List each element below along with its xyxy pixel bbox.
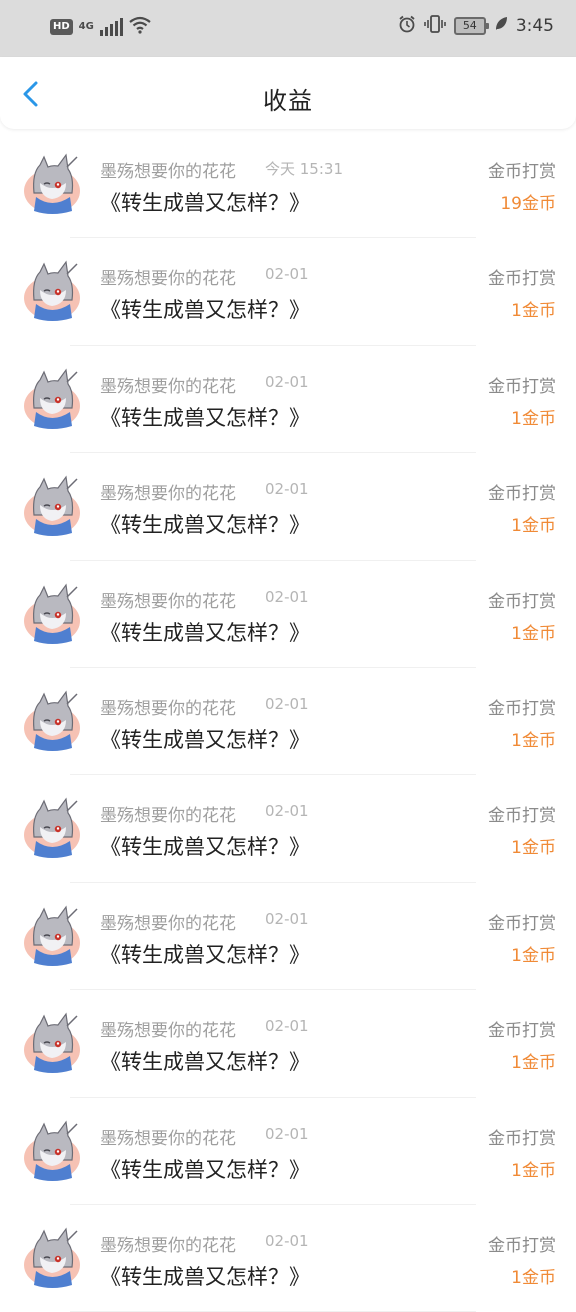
leaf-icon	[494, 16, 508, 36]
list-item[interactable]: 墨殇想要你的花花 02-01 《转生成兽又怎样？》 金币打赏 1金币	[0, 990, 576, 1098]
sender-name: 墨殇想要你的花花	[100, 591, 236, 612]
sender-name: 墨殇想要你的花花	[100, 913, 236, 934]
record-date: 今天 15:31	[265, 160, 343, 178]
book-title: 《转生成兽又怎样？》	[100, 835, 310, 860]
earning-amount: 1金币	[511, 1267, 556, 1288]
page-title: 收益	[263, 87, 313, 115]
vibrate-icon	[424, 15, 446, 37]
earning-type: 金币打赏	[488, 698, 556, 719]
book-title: 《转生成兽又怎样？》	[100, 942, 310, 967]
record-date: 02-01	[265, 1017, 309, 1036]
sender-name: 墨殇想要你的花花	[100, 1021, 236, 1042]
record-date: 02-01	[265, 372, 309, 391]
sender-name: 墨殇想要你的花花	[100, 806, 236, 827]
book-title: 《转生成兽又怎样？》	[100, 727, 310, 752]
earning-amount: 1金币	[511, 301, 556, 322]
sender-name: 墨殇想要你的花花	[100, 698, 236, 719]
sender-name: 墨殇想要你的花花	[100, 484, 236, 505]
wolf-avatar-icon	[22, 475, 82, 537]
network-type: 4G	[78, 21, 94, 32]
sender-name: 墨殇想要你的花花	[100, 269, 236, 290]
list-item[interactable]: 墨殇想要你的花花 02-01 《转生成兽又怎样？》 金币打赏 1金币	[0, 561, 576, 668]
earning-type: 金币打赏	[488, 269, 556, 290]
sender-name: 墨殇想要你的花花	[100, 162, 236, 182]
earning-amount: 1金币	[511, 945, 556, 966]
list-item[interactable]: 墨殇想要你的花花 02-01 《转生成兽又怎样？》 金币打赏 1金币	[0, 1205, 576, 1312]
earning-amount: 1金币	[511, 1053, 556, 1074]
clock-time: 3:45	[515, 16, 554, 36]
wolf-avatar-icon	[22, 153, 82, 215]
book-title: 《转生成兽又怎样？》	[100, 1157, 310, 1182]
book-title: 《转生成兽又怎样？》	[100, 298, 310, 323]
earning-type: 金币打赏	[488, 162, 556, 182]
record-date: 02-01	[265, 1124, 309, 1143]
status-bar: HD 4G 54 3:45	[0, 0, 576, 57]
earnings-list: 墨殇想要你的花花 今天 15:31 《转生成兽又怎样？》 金币打赏 19金币 墨…	[0, 131, 576, 1312]
wolf-avatar-icon	[22, 905, 82, 967]
earning-type: 金币打赏	[488, 1235, 556, 1256]
earning-amount: 1金币	[511, 1160, 556, 1181]
list-item[interactable]: 墨殇想要你的花花 02-01 《转生成兽又怎样？》 金币打赏 1金币	[0, 346, 576, 454]
book-title: 《转生成兽又怎样？》	[100, 620, 310, 645]
record-date: 02-01	[265, 480, 309, 499]
wolf-avatar-icon	[22, 1119, 82, 1182]
list-item[interactable]: 墨殇想要你的花花 02-01 《转生成兽又怎样？》 金币打赏 1金币	[0, 883, 576, 991]
earning-amount: 1金币	[511, 838, 556, 859]
book-title: 《转生成兽又怎样？》	[100, 1050, 310, 1075]
wolf-avatar-icon	[22, 368, 82, 430]
book-title: 《转生成兽又怎样？》	[100, 405, 310, 430]
app-header: 收益	[0, 57, 576, 129]
list-item[interactable]: 墨殇想要你的花花 02-01 《转生成兽又怎样？》 金币打赏 1金币	[0, 453, 576, 561]
sender-name: 墨殇想要你的花花	[100, 376, 236, 397]
earning-amount: 1金币	[511, 623, 556, 644]
sender-name: 墨殇想要你的花花	[100, 1128, 236, 1149]
hd-badge: HD	[50, 19, 73, 35]
earning-type: 金币打赏	[488, 1021, 556, 1042]
wifi-icon	[129, 16, 151, 38]
record-date: 02-01	[265, 694, 309, 713]
wolf-avatar-icon	[22, 583, 82, 645]
earning-amount: 19金币	[500, 194, 556, 214]
record-date: 02-01	[265, 802, 309, 821]
list-item[interactable]: 墨殇想要你的花花 今天 15:31 《转生成兽又怎样？》 金币打赏 19金币	[0, 131, 576, 239]
list-item[interactable]: 墨殇想要你的花花 02-01 《转生成兽又怎样？》 金币打赏 1金币	[0, 775, 576, 883]
wolf-avatar-icon	[22, 690, 82, 752]
list-item[interactable]: 墨殇想要你的花花 02-01 《转生成兽又怎样？》 金币打赏 1金币	[0, 1098, 576, 1205]
status-left: HD 4G	[50, 16, 151, 38]
wolf-avatar-icon	[22, 1012, 82, 1074]
list-item[interactable]: 墨殇想要你的花花 02-01 《转生成兽又怎样？》 金币打赏 1金币	[0, 238, 576, 346]
earning-type: 金币打赏	[488, 1128, 556, 1149]
signal-icon	[99, 18, 123, 36]
earning-type: 金币打赏	[488, 484, 556, 505]
earning-amount: 1金币	[511, 516, 556, 537]
record-date: 02-01	[265, 909, 309, 928]
battery-indicator: 54	[453, 17, 489, 35]
earning-type: 金币打赏	[488, 913, 556, 934]
record-date: 02-01	[265, 1231, 309, 1250]
list-item[interactable]: 墨殇想要你的花花 02-01 《转生成兽又怎样？》 金币打赏 1金币	[0, 668, 576, 776]
earning-type: 金币打赏	[488, 376, 556, 397]
alarm-icon	[398, 15, 416, 37]
status-right: 54 3:45	[398, 15, 554, 37]
record-date: 02-01	[265, 587, 309, 606]
book-title: 《转生成兽又怎样？》	[100, 1264, 310, 1289]
record-date: 02-01	[265, 265, 309, 284]
sender-name: 墨殇想要你的花花	[100, 1235, 236, 1256]
earning-amount: 1金币	[511, 730, 556, 751]
earning-type: 金币打赏	[488, 591, 556, 612]
wolf-avatar-icon	[22, 260, 82, 322]
wolf-avatar-icon	[22, 797, 82, 859]
book-title: 《转生成兽又怎样？》	[100, 191, 310, 215]
book-title: 《转生成兽又怎样？》	[100, 513, 310, 538]
earning-amount: 1金币	[511, 408, 556, 429]
earning-type: 金币打赏	[488, 806, 556, 827]
